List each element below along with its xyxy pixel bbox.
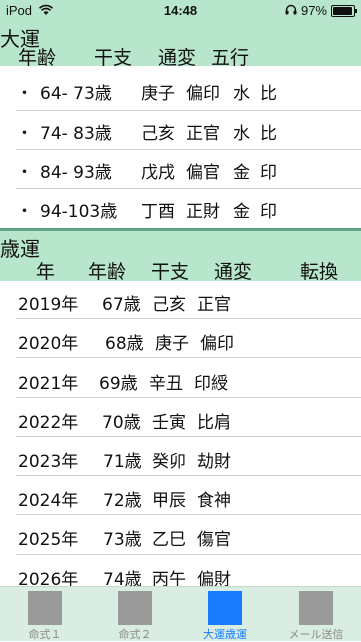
year: 2019年 bbox=[18, 295, 79, 315]
annual-luck-title: 歳運 bbox=[0, 237, 40, 261]
kanshi: 丁酉 bbox=[141, 202, 175, 222]
tab-meishiki-2[interactable]: 命式２ bbox=[90, 587, 180, 641]
tsuhen: 傷官 bbox=[197, 530, 231, 550]
table-row[interactable]: 2024年 72歳 甲辰 食神 bbox=[0, 486, 361, 511]
row-divider bbox=[16, 475, 361, 476]
tsuhen: 食神 bbox=[197, 491, 231, 511]
kanshi: 甲辰 bbox=[152, 491, 186, 511]
relation: 印 bbox=[260, 163, 277, 183]
status-bar: iPod 14:48 97% bbox=[0, 0, 361, 22]
tsuhen: 偏印 bbox=[200, 334, 234, 354]
kanshi: 壬寅 bbox=[152, 413, 186, 433]
bullet: ・ bbox=[16, 124, 33, 144]
row-divider bbox=[16, 149, 361, 150]
age: 68歳 bbox=[105, 334, 144, 354]
list-item[interactable]: ・ 74- 83歳 己亥 正官 水 比 bbox=[0, 119, 361, 144]
year: 2025年 bbox=[18, 530, 79, 550]
element: 水 bbox=[233, 124, 250, 144]
table-row[interactable]: 2026年 74歳 丙午 偏財 bbox=[0, 565, 361, 590]
age: 71歳 bbox=[103, 452, 142, 472]
element: 金 bbox=[233, 202, 250, 222]
list-item[interactable]: ・ 84- 93歳 戊戌 偏官 金 印 bbox=[0, 158, 361, 183]
row-divider bbox=[16, 357, 361, 358]
tsuhen: 偏官 bbox=[186, 163, 220, 183]
age: 70歳 bbox=[102, 413, 141, 433]
row-divider bbox=[16, 514, 361, 515]
kanshi: 辛丑 bbox=[149, 374, 183, 394]
header-age: 年齢 bbox=[18, 47, 57, 69]
tsuhen: 比肩 bbox=[197, 413, 231, 433]
tab-icon bbox=[118, 591, 152, 625]
year: 2023年 bbox=[18, 452, 79, 472]
year: 2024年 bbox=[18, 491, 79, 511]
relation: 比 bbox=[260, 84, 277, 104]
header-kanshi: 干支 bbox=[94, 47, 133, 69]
age-range: 74- 83歳 bbox=[40, 124, 112, 144]
tab-taiun-saiun[interactable]: 大運歳運 bbox=[180, 587, 270, 641]
element: 金 bbox=[233, 163, 250, 183]
kanshi: 己亥 bbox=[141, 124, 175, 144]
bullet: ・ bbox=[16, 163, 33, 183]
bullet: ・ bbox=[16, 202, 33, 222]
tab-icon bbox=[208, 591, 242, 625]
list-item[interactable]: ・ 64- 73歳 庚子 偏印 水 比 bbox=[0, 79, 361, 104]
major-luck-header: 大運 年齢 干支 通変 五行 bbox=[0, 22, 361, 69]
battery-percent: 97% bbox=[300, 3, 327, 18]
table-row[interactable]: 2021年 69歳 辛丑 印綬 bbox=[0, 369, 361, 394]
table-row[interactable]: 2020年 68歳 庚子 偏印 bbox=[0, 329, 361, 354]
row-divider bbox=[16, 188, 361, 189]
kanshi: 庚子 bbox=[155, 334, 189, 354]
year: 2020年 bbox=[18, 334, 79, 354]
row-divider bbox=[16, 436, 361, 437]
kanshi: 庚子 bbox=[141, 84, 175, 104]
header-kanshi: 干支 bbox=[151, 261, 190, 283]
age-range: 64- 73歳 bbox=[40, 84, 112, 104]
header-age: 年齢 bbox=[88, 261, 127, 283]
tsuhen: 正官 bbox=[197, 295, 231, 315]
year: 2022年 bbox=[18, 413, 79, 433]
row-divider bbox=[16, 554, 361, 555]
age: 67歳 bbox=[102, 295, 141, 315]
header-tenkan: 転換 bbox=[300, 261, 339, 283]
header-tsuhen: 通変 bbox=[158, 47, 197, 69]
header-tsuhen: 通変 bbox=[214, 261, 253, 283]
annual-luck-header: 歳運 年 年齢 干支 通変 転換 bbox=[0, 231, 361, 283]
kanshi: 己亥 bbox=[152, 295, 186, 315]
age: 73歳 bbox=[103, 530, 142, 550]
relation: 比 bbox=[260, 124, 277, 144]
age: 69歳 bbox=[99, 374, 138, 394]
list-item[interactable]: ・ 94-103歳 丁酉 正財 金 印 bbox=[0, 197, 361, 222]
bullet: ・ bbox=[16, 84, 33, 104]
header-gogyo: 五行 bbox=[211, 47, 250, 69]
kanshi: 戊戌 bbox=[141, 163, 175, 183]
tsuhen: 正官 bbox=[186, 124, 220, 144]
kanshi: 乙巳 bbox=[152, 530, 186, 550]
year: 2021年 bbox=[18, 374, 79, 394]
table-row[interactable]: 2019年 67歳 己亥 正官 bbox=[0, 290, 361, 315]
table-row[interactable]: 2022年 70歳 壬寅 比肩 bbox=[0, 408, 361, 433]
tab-icon bbox=[299, 591, 333, 625]
tab-icon bbox=[28, 591, 62, 625]
table-row[interactable]: 2025年 73歳 乙巳 傷官 bbox=[0, 525, 361, 550]
relation: 印 bbox=[260, 202, 277, 222]
tsuhen: 偏印 bbox=[186, 84, 220, 104]
tsuhen: 正財 bbox=[186, 202, 220, 222]
tsuhen: 印綬 bbox=[194, 374, 228, 394]
age-range: 84- 93歳 bbox=[40, 163, 112, 183]
row-divider bbox=[16, 318, 361, 319]
tab-meishiki-1[interactable]: 命式１ bbox=[0, 587, 90, 641]
element: 水 bbox=[233, 84, 250, 104]
kanshi: 癸卯 bbox=[152, 452, 186, 472]
battery-icon bbox=[331, 4, 357, 17]
age-range: 94-103歳 bbox=[40, 202, 118, 222]
tsuhen: 劫財 bbox=[197, 452, 231, 472]
table-row[interactable]: 2023年 71歳 癸卯 劫財 bbox=[0, 447, 361, 472]
tab-bar: 命式１ 命式２ 大運歳運 メール送信 bbox=[0, 586, 361, 641]
age: 72歳 bbox=[103, 491, 142, 511]
header-year: 年 bbox=[36, 261, 56, 283]
headphones-icon bbox=[285, 3, 297, 18]
row-divider bbox=[16, 110, 361, 111]
tab-send-mail[interactable]: メール送信 bbox=[271, 587, 361, 641]
row-divider bbox=[16, 397, 361, 398]
